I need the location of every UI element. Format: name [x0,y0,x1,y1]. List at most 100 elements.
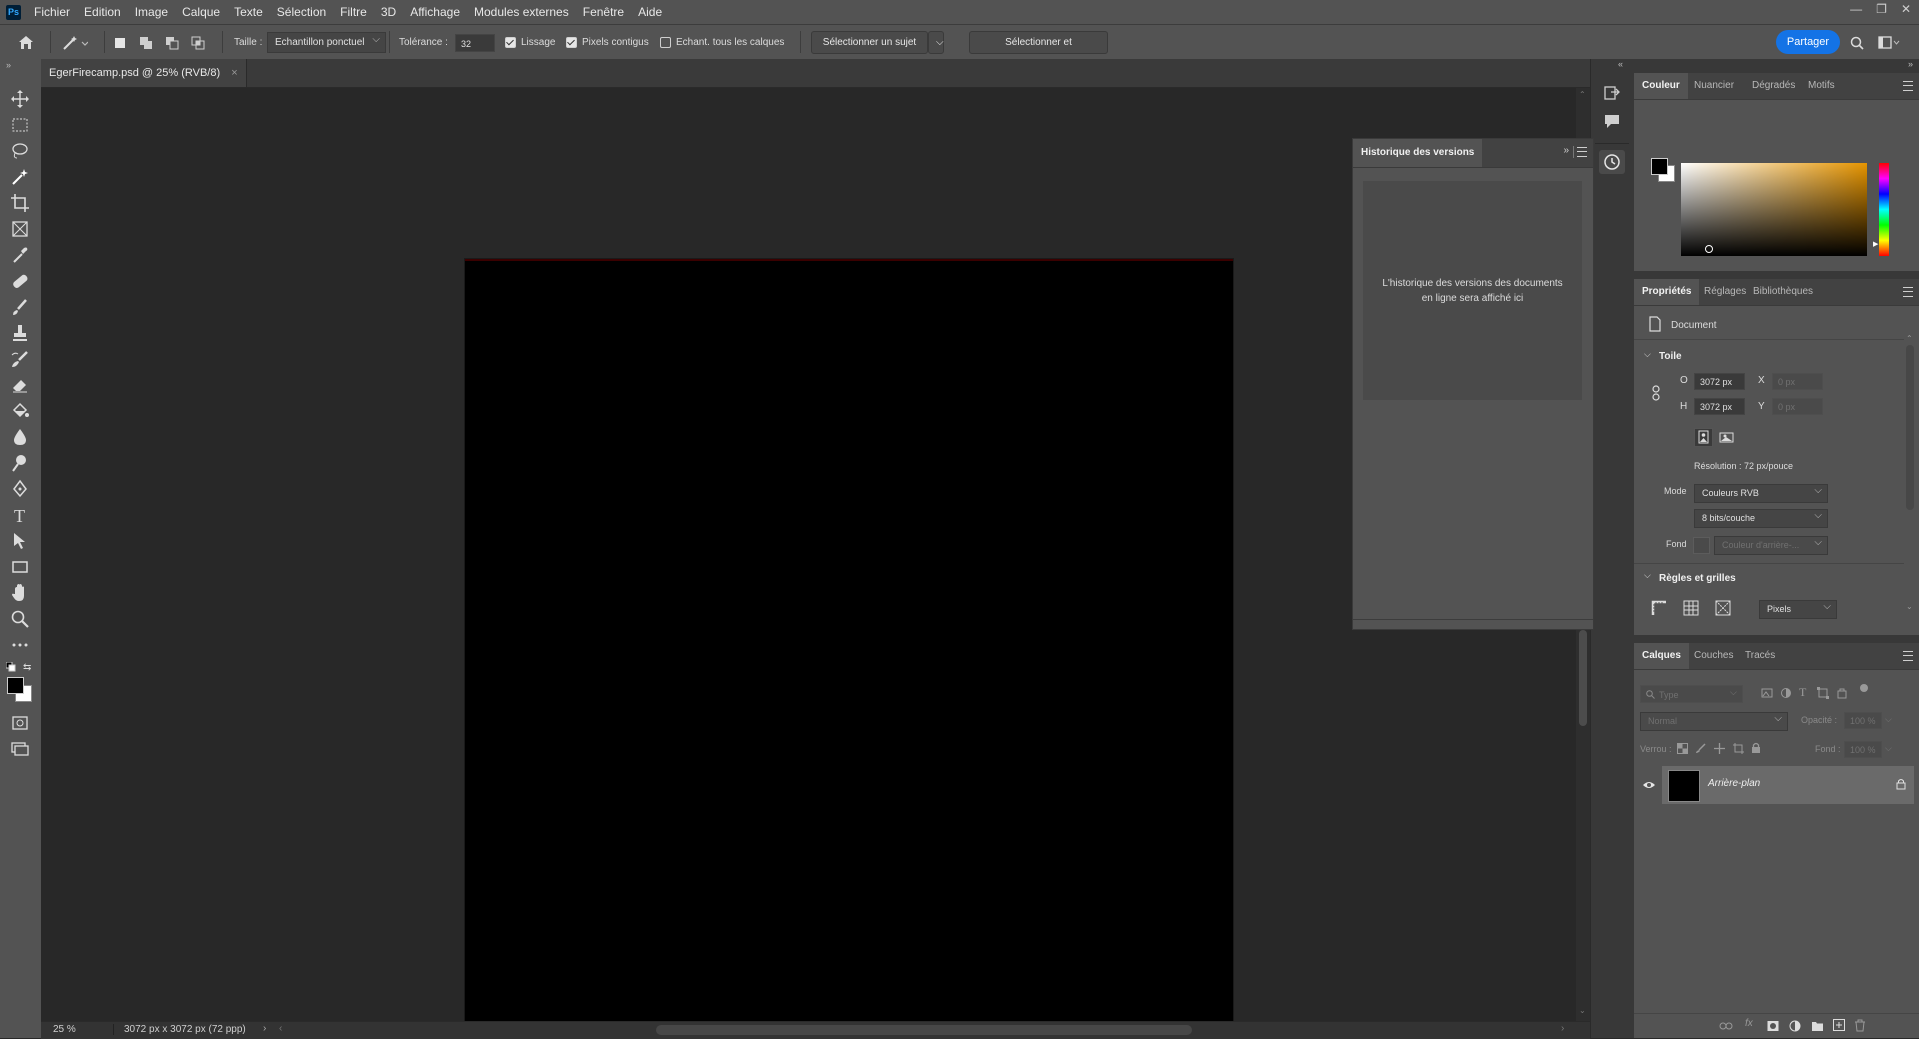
layer-lock-icon[interactable] [1896,778,1906,790]
version-history-icon[interactable] [1599,150,1625,174]
version-history-tab[interactable]: Historique des versions [1353,139,1483,167]
filter-smart-object-icon[interactable] [1836,687,1848,699]
crop-tool-icon[interactable] [10,193,30,213]
new-layer-icon[interactable] [1833,1019,1845,1031]
scroll-up-icon[interactable]: ⌃ [1579,90,1586,99]
lock-artboard-icon[interactable] [1733,743,1744,754]
healing-brush-tool-icon[interactable] [10,271,30,291]
fill-dropdown[interactable]: Couleur d'arrière-... [1714,534,1828,555]
new-adjustment-layer-icon[interactable] [1789,1020,1801,1032]
link-dimensions-icon[interactable] [1651,385,1661,401]
lock-transparency-icon[interactable] [1677,743,1688,754]
y-input[interactable]: 0 px [1772,398,1823,415]
layer-name[interactable]: Arrière-plan [1708,778,1760,789]
collapse-tools-icon[interactable]: » [6,60,11,70]
frame-tool-icon[interactable] [10,219,30,239]
tab-traces[interactable]: Tracés [1737,643,1783,669]
document-canvas[interactable] [465,259,1233,1027]
add-selection-icon[interactable] [139,25,153,60]
eyedropper-tool-icon[interactable] [10,245,30,265]
antialias-checkbox[interactable]: Lissage [505,25,555,60]
layer-row[interactable]: Arrière-plan [1662,766,1914,804]
menu-3d[interactable]: 3D [374,5,403,19]
filter-type-icon[interactable]: T [1799,685,1806,700]
rulers-icon[interactable] [1651,600,1667,616]
x-input[interactable]: 0 px [1772,373,1823,390]
subtract-selection-icon[interactable] [165,25,179,60]
scroll-left-icon[interactable]: ‹ [279,1023,282,1034]
layer-filter-dropdown-icon[interactable]: ⌵ [1730,687,1737,698]
dodge-tool-icon[interactable] [10,453,30,473]
collapse-panel-icon[interactable]: » [1563,145,1569,156]
status-expand-icon[interactable]: › [263,1023,266,1034]
workspace-icon[interactable] [1878,25,1900,60]
brush-tool-icon[interactable] [10,297,30,317]
document-tab[interactable]: EgerFirecamp.psd @ 25% (RVB/8) × [41,59,247,87]
default-colors-icon[interactable] [6,662,16,672]
properties-scroll-down-icon[interactable]: ⌄ [1906,602,1913,611]
sample-all-checkbox[interactable]: Echant. tous les calques [660,25,784,60]
grid-icon[interactable] [1683,600,1699,616]
select-subject-button[interactable]: Sélectionner un sujet [811,31,928,54]
menu-fichier[interactable]: Fichier [27,5,77,19]
properties-scroll-up-icon[interactable]: ⌃ [1906,334,1913,343]
comments-panel-icon[interactable] [1602,111,1622,131]
intersect-selection-icon[interactable] [191,25,205,60]
screen-mode-icon[interactable] [10,739,30,759]
menu-aide[interactable]: Aide [631,5,669,19]
color-field[interactable] [1681,163,1867,256]
eraser-tool-icon[interactable] [10,375,30,395]
canvas-workspace[interactable] [41,88,1576,1027]
tolerance-input[interactable]: 32 [455,33,495,52]
opacity-input[interactable]: 100 % [1844,712,1882,729]
menu-edition[interactable]: Edition [77,5,128,19]
toile-section-title[interactable]: Toile [1659,351,1682,362]
rectangle-tool-icon[interactable] [10,557,30,577]
size-dropdown[interactable]: Echantillon ponctuel [267,30,386,53]
blur-tool-icon[interactable] [10,427,30,447]
search-icon[interactable] [1850,25,1864,60]
menu-modules-externes[interactable]: Modules externes [467,5,576,19]
layers-panel-menu-icon[interactable] [1903,651,1913,661]
home-icon[interactable] [18,25,34,60]
type-tool-icon[interactable]: T [10,505,30,525]
landscape-orientation-icon[interactable] [1718,429,1735,446]
color-panel-fg-swatch[interactable] [1651,158,1668,175]
path-selection-tool-icon[interactable] [10,531,30,551]
foreground-color-swatch[interactable] [7,677,24,694]
quick-mask-icon[interactable] [10,713,30,733]
tab-couches[interactable]: Couches [1686,643,1741,669]
layer-effects-icon[interactable]: fx [1745,1018,1753,1029]
tab-motifs[interactable]: Motifs [1800,73,1843,99]
menu-image[interactable]: Image [128,5,175,19]
guides-icon[interactable] [1715,600,1731,616]
properties-panel-menu-icon[interactable] [1903,287,1913,297]
lock-pixels-icon[interactable] [1695,743,1706,754]
color-panel-menu-icon[interactable] [1903,81,1913,91]
filter-toggle-icon[interactable] [1860,684,1868,692]
horizontal-scroll-thumb[interactable] [656,1025,1192,1035]
new-selection-icon[interactable] [114,25,126,60]
pen-tool-icon[interactable] [10,479,30,499]
lock-position-icon[interactable] [1714,743,1725,754]
zoom-level[interactable]: 25 % [53,1024,76,1035]
fill-opacity-input[interactable]: 100 % [1844,741,1882,758]
color-mode-dropdown[interactable]: Couleurs RVB [1694,482,1828,503]
restore-icon[interactable]: ❐ [1876,2,1887,16]
fill-color-swatch[interactable] [1693,537,1710,554]
select-and-mask-button[interactable]: Sélectionner et masquer... [969,31,1108,69]
lock-all-icon[interactable] [1751,742,1761,754]
rulers-chevron-icon[interactable]: ⌵ [1644,570,1651,581]
vertical-scroll-thumb[interactable] [1579,630,1587,726]
properties-scroll-thumb[interactable] [1906,345,1914,510]
zoom-tool-icon[interactable] [10,609,30,629]
hand-tool-icon[interactable] [10,583,30,603]
filter-adjustment-icon[interactable] [1780,687,1792,699]
close-tab-icon[interactable]: × [231,67,237,79]
tab-calques[interactable]: Calques [1634,643,1689,669]
menu-selection[interactable]: Sélection [270,5,333,19]
paint-bucket-tool-icon[interactable] [10,401,30,421]
tab-degrades[interactable]: Dégradés [1744,73,1803,99]
new-group-icon[interactable] [1811,1020,1824,1032]
menu-filtre[interactable]: Filtre [333,5,374,19]
